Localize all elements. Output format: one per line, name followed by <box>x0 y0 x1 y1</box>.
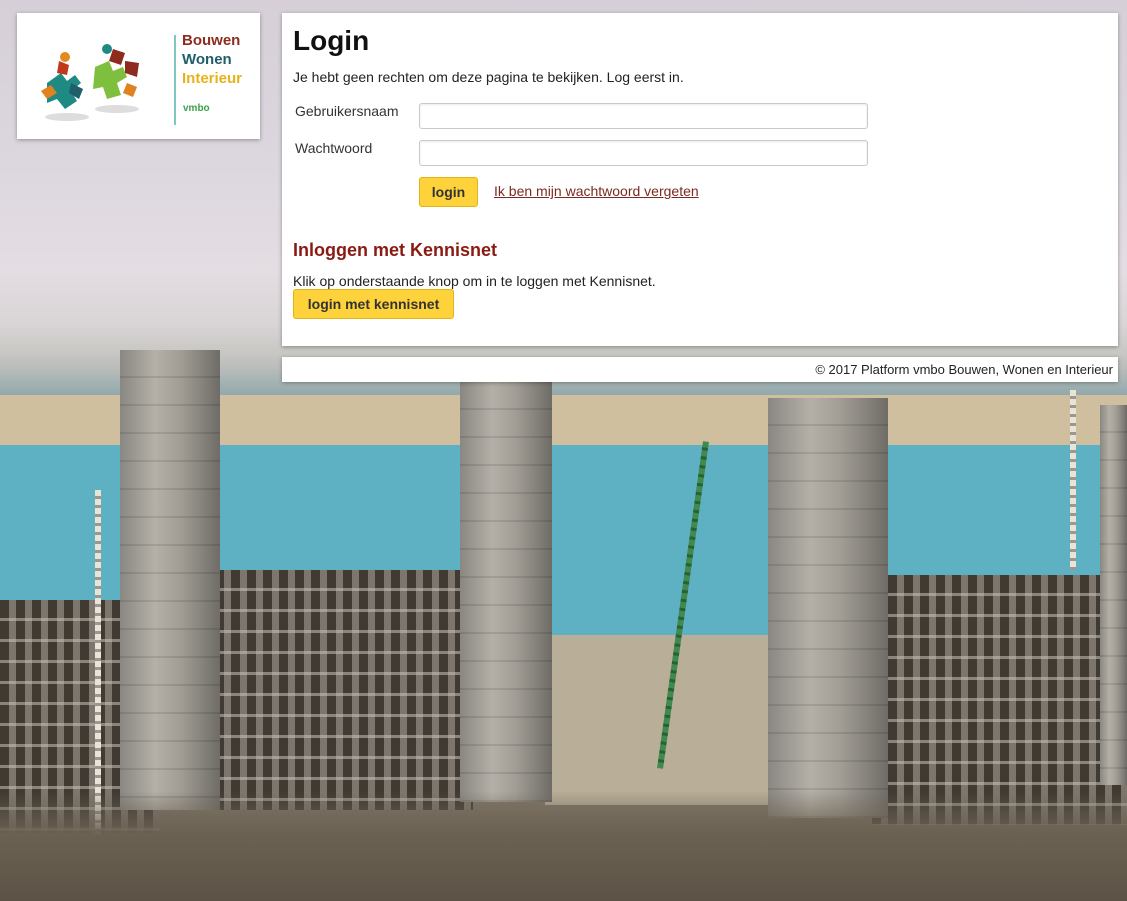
puzzle-people-logo-icon <box>41 44 139 121</box>
logo-card[interactable]: Bouwen Wonen Interieur vmbo <box>17 13 260 139</box>
logo-divider <box>174 35 176 125</box>
kennisnet-instructions: Klik op onderstaande knop om in te logge… <box>293 273 656 289</box>
forgot-password-link[interactable]: Ik ben mijn wachtwoord vergeten <box>494 183 699 199</box>
login-panel: Login Je hebt geen rechten om deze pagin… <box>282 13 1118 346</box>
background-building-center <box>215 570 473 810</box>
background-tower-1 <box>120 350 220 810</box>
kennisnet-login-button[interactable]: login met kennisnet <box>293 289 454 319</box>
footer-copyright: © 2017 Platform vmbo Bouwen, Wonen en In… <box>815 362 1113 377</box>
background-ground <box>0 791 1127 901</box>
background-building-right <box>872 575 1127 825</box>
background-crane-right <box>1070 390 1076 570</box>
password-input[interactable] <box>419 140 868 166</box>
background-site-yard <box>545 635 775 805</box>
background-tower-2 <box>460 382 552 802</box>
footer: © 2017 Platform vmbo Bouwen, Wonen en In… <box>282 357 1118 382</box>
page-title: Login <box>293 25 370 56</box>
password-label: Wachtwoord <box>295 140 373 156</box>
username-label: Gebruikersnaam <box>295 103 399 119</box>
logo-word-wonen: Wonen <box>182 51 232 68</box>
logo-subtitle: vmbo <box>183 103 210 114</box>
logo-wordmark: Bouwen Wonen Interieur <box>182 31 242 88</box>
background-tower-4 <box>1100 405 1127 785</box>
logo-word-bouwen: Bouwen <box>182 32 241 49</box>
logo-word-interieur: Interieur <box>182 70 243 87</box>
login-button[interactable]: login <box>419 177 478 207</box>
access-notice: Je hebt geen rechten om deze pagina te b… <box>293 69 684 85</box>
background-tower-3 <box>768 398 888 818</box>
username-input[interactable] <box>419 103 868 129</box>
kennisnet-heading: Inloggen met Kennisnet <box>293 240 498 260</box>
